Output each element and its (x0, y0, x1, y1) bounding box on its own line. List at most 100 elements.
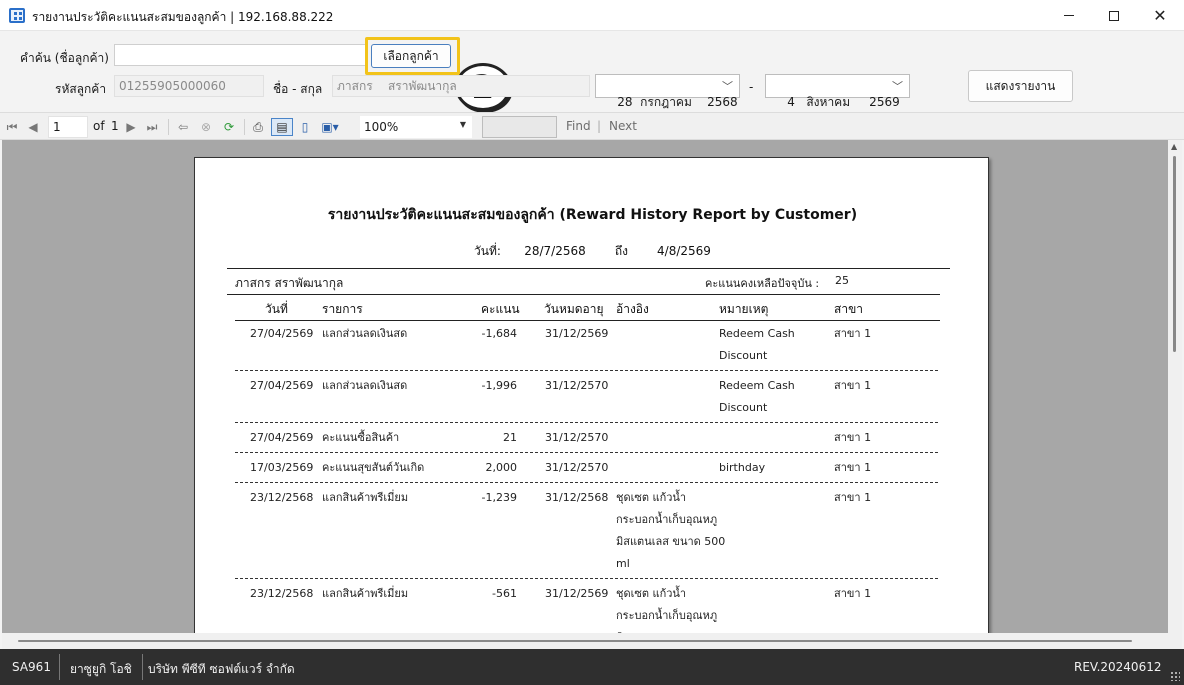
row-divider (235, 578, 938, 579)
toolbar-divider (168, 119, 169, 135)
cell-date: 27/04/2569 (250, 431, 314, 444)
cell-expiry: 31/12/2570 (545, 431, 609, 444)
export-icon[interactable]: ▣▾ (318, 118, 342, 136)
title-bar: รายงานประวัติคะแนนสะสมของลูกค้า | 192.16… (0, 0, 1184, 31)
page-number-input[interactable]: 1 (48, 116, 88, 138)
vertical-scrollbar[interactable]: ▲ (1168, 140, 1182, 633)
search-label: คำค้น (ชื่อลูกค้า) (20, 51, 109, 65)
cell-note: Discount (719, 401, 768, 414)
customer-name-label: ชื่อ - สกุล (273, 82, 323, 96)
date-separator: - (749, 80, 754, 94)
show-report-button[interactable]: แสดงรายงาน (968, 70, 1073, 102)
page-total: 1 (111, 119, 119, 133)
resize-grip-icon[interactable] (1170, 671, 1180, 681)
scroll-up-icon[interactable]: ▲ (1171, 142, 1177, 151)
cell-branch: สาขา 1 (834, 379, 872, 392)
chevron-down-icon: ﹀ (722, 80, 733, 93)
find-button[interactable]: Find (566, 119, 591, 133)
back-icon[interactable]: ⇦ (175, 118, 191, 136)
status-bar: SA961 ยาซูยูกิ โอชิ บริษัท พีซีที ซอฟต์แ… (0, 649, 1184, 685)
cell-branch: สาขา 1 (834, 587, 872, 600)
row-divider (235, 370, 938, 371)
page-setup-icon[interactable]: ▯ (297, 118, 313, 136)
date-to-value: 4 สิงหาคม 2569 (787, 95, 900, 109)
cell-branch: สาขา 1 (834, 327, 872, 340)
row-divider (235, 452, 938, 453)
cell-note: Discount (719, 349, 768, 362)
column-header: รายการ (322, 302, 363, 316)
customer-code-field[interactable] (114, 75, 264, 97)
column-rule (235, 320, 940, 321)
row-divider (235, 482, 938, 483)
scroll-thumb[interactable] (1173, 156, 1176, 352)
cell-ref: ชุดเซต แก้วน้ำ (616, 587, 687, 600)
minimize-button[interactable] (1046, 0, 1092, 31)
status-company: บริษัท พีซีที ซอฟต์แวร์ จำกัด (148, 662, 295, 676)
next-page-icon[interactable]: ▶ (124, 118, 138, 136)
filter-panel: คำค้น (ชื่อลูกค้า) เลือกลูกค้า 2 รหัสลูก… (0, 31, 1184, 112)
date-from-value: 28 กรกฎาคม 2568 (617, 95, 738, 109)
customer-name: ภาสกร สราพัฒนากุล (235, 276, 344, 290)
cell-branch: สาขา 1 (834, 431, 872, 444)
refresh-icon[interactable]: ⟳ (221, 118, 237, 136)
report-date-range: วันที่: 28/7/2568 ถึง 4/8/2569 (195, 242, 988, 261)
first-page-icon[interactable]: ⏮ (5, 118, 19, 136)
cell-ref: ml (616, 557, 630, 570)
customer-rule (227, 294, 940, 295)
prev-page-icon[interactable]: ◀ (26, 118, 40, 136)
close-button[interactable]: ✕ (1137, 0, 1183, 31)
column-header: วันหมดอายุ (544, 302, 604, 316)
cell-points: -1,684 (481, 327, 517, 340)
print-layout-icon[interactable]: ▤ (271, 118, 293, 136)
row-divider (235, 422, 938, 423)
cell-note: Redeem Cash (719, 379, 795, 392)
date-to-select[interactable]: 4 สิงหาคม 2569 ﹀ (765, 74, 910, 109)
window-title: รายงานประวัติคะแนนสะสมของลูกค้า | 192.16… (32, 10, 334, 24)
date-from-select[interactable]: 28 กรกฎาคม 2568 ﹀ (595, 74, 740, 109)
horizontal-scrollbar[interactable] (2, 633, 1182, 649)
highlight-frame (365, 37, 460, 75)
cell-date: 23/12/2568 (250, 491, 314, 504)
find-input[interactable] (482, 116, 557, 138)
cell-item: คะแนนซื้อสินค้า (322, 431, 400, 444)
cell-points: 2,000 (485, 461, 518, 474)
status-divider (142, 654, 143, 680)
cell-expiry: 31/12/2570 (545, 461, 609, 474)
cell-ref: กระบอกน้ำเก็บอุณหภู (616, 513, 718, 526)
cell-date: 27/04/2569 (250, 327, 314, 340)
status-revision: REV.20240612 (1074, 660, 1162, 674)
stop-icon[interactable]: ⊗ (198, 118, 214, 136)
cell-note: Redeem Cash (719, 327, 795, 340)
cell-points: -1,239 (481, 491, 517, 504)
status-user: ยาซูยูกิ โอชิ (70, 662, 132, 676)
minimize-icon (1064, 15, 1074, 16)
report-toolbar: ⏮ ◀ 1 of 1 ▶ ⏭ ⇦ ⊗ ⟳ ⎙ ▤ ▯ ▣▾ 100% ▼ Fin… (0, 112, 1184, 140)
cell-item: แลกสินค้าพรีเมี่ยม (322, 491, 409, 504)
find-separator: | (597, 119, 602, 133)
cell-branch: สาขา 1 (834, 491, 872, 504)
find-next-button[interactable]: Next (609, 119, 637, 133)
range-to-label: ถึง (614, 244, 628, 258)
status-divider (59, 654, 60, 680)
print-icon[interactable]: ⎙ (250, 118, 266, 136)
cell-item: แลกส่วนลดเงินสด (322, 379, 408, 392)
chevron-down-icon: ﹀ (892, 80, 903, 93)
maximize-button[interactable] (1091, 0, 1137, 31)
toolbar-divider (244, 119, 245, 135)
column-header: หมายเหตุ (719, 302, 769, 316)
cell-points: -1,996 (481, 379, 517, 392)
column-header: อ้างอิง (616, 302, 649, 316)
cell-ref: มิสแตนเลส ขนาด 500 (616, 535, 726, 548)
customer-name-field[interactable] (332, 75, 590, 97)
balance-value: 25 (835, 274, 849, 287)
range-label: วันที่: (474, 244, 501, 258)
scroll-thumb[interactable] (18, 640, 1132, 642)
cell-item: แลกส่วนลดเงินสด (322, 327, 408, 340)
zoom-select[interactable]: 100% ▼ (360, 116, 472, 138)
last-page-icon[interactable]: ⏭ (145, 118, 159, 136)
search-input[interactable] (114, 44, 366, 66)
close-icon: ✕ (1153, 5, 1167, 25)
balance-label: คะแนนคงเหลือปัจจุบัน : (705, 277, 820, 290)
cell-item: แลกสินค้าพรีเมี่ยม (322, 587, 409, 600)
chevron-down-icon: ▼ (459, 120, 466, 129)
